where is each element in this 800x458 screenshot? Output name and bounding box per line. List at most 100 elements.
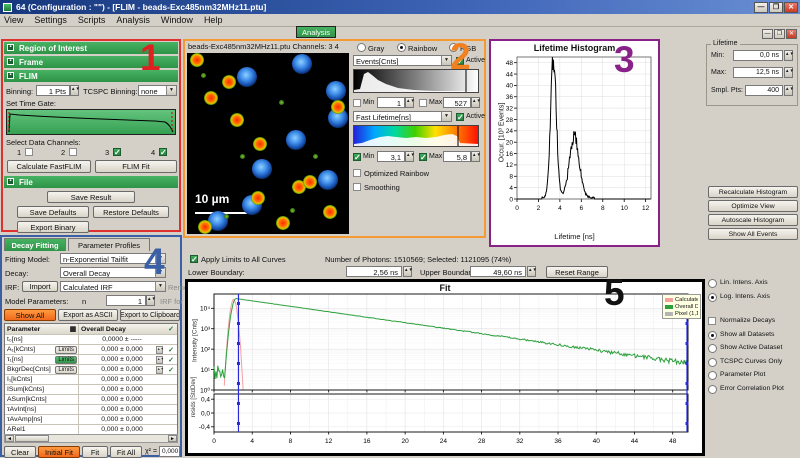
radio-icon[interactable] xyxy=(708,279,717,288)
scroll-left-icon[interactable]: ◄ xyxy=(5,435,14,442)
section-file[interactable]: ▪File xyxy=(4,176,178,188)
channel-4-checkbox[interactable] xyxy=(159,148,167,156)
option-show-active-dataset[interactable]: Show Active Dataset xyxy=(708,343,800,357)
option-tcspc-curves-only[interactable]: TCSPC Curves Only xyxy=(708,357,800,371)
button-show-all-events[interactable]: Show All Events xyxy=(708,228,798,240)
chevron-down-icon[interactable]: ▼ xyxy=(441,112,451,121)
channel-1-checkbox[interactable] xyxy=(25,148,33,156)
collapse-icon[interactable]: ▪ xyxy=(7,58,14,65)
button-recalculate-histogram[interactable]: Recalculate Histogram xyxy=(708,186,798,198)
channel-3-checkbox[interactable] xyxy=(113,148,121,156)
fit-plot[interactable]: 0481216202428323640444810⁰10¹10²10³10⁴0,… xyxy=(188,292,702,452)
value-spinner[interactable]: ▲▼ xyxy=(156,356,163,364)
rainbow-gradient-bar[interactable] xyxy=(353,125,479,147)
table-row[interactable]: τAvAmp[ns]0,000 ± 0,000 xyxy=(5,415,177,425)
radio-icon[interactable] xyxy=(708,344,717,353)
lt-min-spinner[interactable]: ▲▼ xyxy=(784,50,793,61)
table-row[interactable]: ▲▼A₁[kCnts]Limits0,000 ± 0,000✓ xyxy=(5,345,177,355)
chevron-down-icon[interactable]: ▼ xyxy=(155,282,165,291)
radio-icon[interactable] xyxy=(708,331,717,340)
table-row[interactable]: ▲▼τ₁[ns]Limits0,000 ± 0,000✓ xyxy=(5,355,177,365)
reset-range-button[interactable]: Reset Range xyxy=(546,266,608,278)
limits-button[interactable]: Limits xyxy=(55,346,77,354)
clear-button[interactable]: Clear xyxy=(4,446,36,458)
tab-analysis[interactable]: Analysis xyxy=(296,26,336,38)
mdi-minimize-icon[interactable]: — xyxy=(762,29,773,39)
button-autoscale-histogram[interactable]: Autoscale Histogram xyxy=(708,214,798,226)
value-spinner[interactable]: ▲▼ xyxy=(156,366,163,374)
save-defaults-button[interactable]: Save Defaults xyxy=(17,206,89,218)
limits-button[interactable]: Limits xyxy=(55,356,77,364)
lifetime-min-spinner[interactable]: ▲▼ xyxy=(405,151,414,162)
mdi-close-icon[interactable]: ✕ xyxy=(786,29,797,39)
fit-button[interactable]: Fit xyxy=(82,446,108,458)
fit-all-button[interactable]: Fit All xyxy=(110,446,142,458)
radio-icon[interactable] xyxy=(708,358,717,367)
binning-spinner[interactable]: ▲▼ xyxy=(70,85,79,96)
lower-boundary-input[interactable]: 2,56 ns xyxy=(346,266,402,277)
menu-item-settings[interactable]: Settings xyxy=(34,15,67,25)
lifetime-max-checkbox[interactable] xyxy=(419,153,427,161)
mdi-restore-icon[interactable]: ❐ xyxy=(774,29,785,39)
fit-checkbox[interactable]: ✓ xyxy=(165,346,177,354)
lifetime-max-input[interactable]: 5,8 xyxy=(443,151,471,162)
n-spinner[interactable]: ▲▼ xyxy=(146,295,155,306)
optimized-rainbow-checkbox[interactable] xyxy=(353,169,361,177)
option-error-correlation-plot[interactable]: Error Correlation Plot xyxy=(708,384,800,398)
menu-item-scripts[interactable]: Scripts xyxy=(78,15,106,25)
fit-checkbox[interactable]: ✓ xyxy=(165,366,177,374)
table-row[interactable]: I₁[kCnts]0,000 ± 0,000 xyxy=(5,375,177,385)
lt-max-spinner[interactable]: ▲▼ xyxy=(784,67,793,78)
events-min-input[interactable]: 1 xyxy=(377,97,405,108)
limits-button[interactable]: Limits xyxy=(55,366,77,374)
collapse-icon[interactable]: ▪ xyxy=(7,72,14,79)
close-icon[interactable]: ✕ xyxy=(784,2,798,13)
time-gate-widget[interactable] xyxy=(6,109,176,135)
param-value[interactable]: 0,000 ± 0,000 xyxy=(79,346,165,353)
lt-smpl-spinner[interactable]: ▲▼ xyxy=(784,85,793,96)
lifetime-select[interactable]: Fast Lifetime[ns]▼ xyxy=(353,111,452,122)
export-clipboard-button[interactable]: Export to Clipboard xyxy=(120,309,180,321)
collapse-icon[interactable]: ▪ xyxy=(7,178,14,185)
maximize-icon[interactable]: ❐ xyxy=(769,2,783,13)
export-ascii-button[interactable]: Export as ASCII xyxy=(58,309,118,321)
radio-icon[interactable] xyxy=(708,385,717,394)
table-hscrollbar[interactable]: ◄ ► xyxy=(4,434,178,443)
show-all-button[interactable]: Show All xyxy=(4,309,56,321)
minimize-icon[interactable]: — xyxy=(754,2,768,13)
events-max-input[interactable]: 527 xyxy=(443,97,471,108)
param-value[interactable]: 0,000 ± 0,000 xyxy=(79,366,165,373)
lt-min-input[interactable]: 0,0 ns xyxy=(733,50,783,61)
table-row[interactable]: t₀[ns]0,0000 ± ----- xyxy=(5,335,177,345)
lower-boundary-spinner[interactable]: ▲▼ xyxy=(403,266,412,277)
tab-decay-fitting[interactable]: Decay Fitting xyxy=(4,238,66,251)
checkbox-icon[interactable] xyxy=(708,317,716,325)
option-lin-intens-axis[interactable]: Lin. Intens. Axis xyxy=(708,278,800,292)
collapse-icon[interactable]: ▪ xyxy=(7,44,14,51)
scroll-thumb[interactable] xyxy=(15,435,49,442)
events-max-checkbox[interactable] xyxy=(419,99,427,107)
calculate-fastflim-button[interactable]: Calculate FastFLIM xyxy=(7,160,91,173)
channel-2-checkbox[interactable] xyxy=(69,148,77,156)
tab-parameter-profiles[interactable]: Parameter Profiles xyxy=(68,238,150,251)
initial-fit-button[interactable]: Initial Fit xyxy=(38,446,80,458)
n-input[interactable]: 1 xyxy=(106,295,146,306)
menu-item-view[interactable]: View xyxy=(4,15,23,25)
param-value[interactable]: 0,000 ± 0,000 xyxy=(79,356,165,363)
display-mode-rainbow-radio[interactable] xyxy=(397,43,406,52)
lifetime-active-checkbox[interactable] xyxy=(456,113,464,121)
value-spinner[interactable]: ▲▼ xyxy=(156,346,163,354)
chevron-down-icon[interactable]: ▼ xyxy=(166,86,176,95)
scroll-right-icon[interactable]: ► xyxy=(168,435,177,442)
lifetime-min-checkbox[interactable] xyxy=(353,153,361,161)
events-max-spinner[interactable]: ▲▼ xyxy=(471,97,480,108)
value-header[interactable]: Overall Decay xyxy=(79,326,165,333)
option-show-all-datasets[interactable]: Show all Datasets xyxy=(708,330,800,344)
menu-item-window[interactable]: Window xyxy=(161,15,193,25)
menu-item-analysis[interactable]: Analysis xyxy=(116,15,150,25)
flim-image[interactable]: 10 µm xyxy=(187,53,349,234)
tcspc-binning-select[interactable]: none▼ xyxy=(138,85,177,96)
upper-boundary-input[interactable]: 49,60 ns xyxy=(470,266,526,277)
display-mode-gray-radio[interactable] xyxy=(357,43,366,52)
flim-fit-button[interactable]: FLIM Fit xyxy=(95,160,177,173)
